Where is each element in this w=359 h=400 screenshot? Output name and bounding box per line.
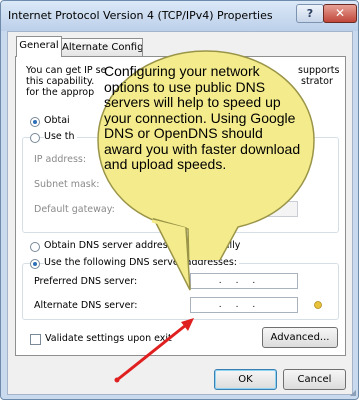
resize-grip-icon[interactable]: ◢: [350, 388, 356, 397]
title-bar[interactable]: Internet Protocol Version 4 (TCP/IPv4) P…: [1, 1, 358, 31]
use-following-ip-radio[interactable]: [30, 133, 40, 143]
alternate-dns-label: Alternate DNS server:: [34, 300, 138, 311]
close-button[interactable]: ✕: [323, 4, 357, 23]
advanced-button[interactable]: Advanced...: [262, 327, 338, 348]
obtain-ip-automatically-radio[interactable]: [30, 117, 40, 127]
intro-text-line-2: this capability.: [26, 76, 95, 87]
warning-icon: [314, 299, 322, 309]
help-button[interactable]: ?: [296, 4, 324, 23]
use-following-ip-label: Use th: [44, 131, 77, 142]
validate-settings-label: Validate settings upon exit: [45, 333, 172, 344]
preferred-dns-field[interactable]: ...: [190, 273, 298, 289]
callout-text: Configuring your network options to use …: [104, 63, 301, 172]
preferred-dns-label: Preferred DNS server:: [34, 276, 138, 287]
obtain-ip-automatically-label: Obtai: [44, 115, 70, 126]
intro-text-line-3: for the approp: [26, 87, 95, 98]
obtain-dns-automatically-radio[interactable]: [30, 242, 40, 252]
cancel-button[interactable]: Cancel: [283, 369, 346, 390]
ip-address-label: IP address:: [34, 154, 87, 165]
tab-general[interactable]: General: [16, 36, 62, 57]
alternate-dns-field[interactable]: ...: [190, 297, 298, 313]
ok-button[interactable]: OK: [214, 369, 277, 390]
use-following-dns-radio[interactable]: [30, 259, 40, 269]
validate-settings-checkbox[interactable]: [30, 334, 41, 345]
window-title: Internet Protocol Version 4 (TCP/IPv4) P…: [8, 9, 273, 22]
